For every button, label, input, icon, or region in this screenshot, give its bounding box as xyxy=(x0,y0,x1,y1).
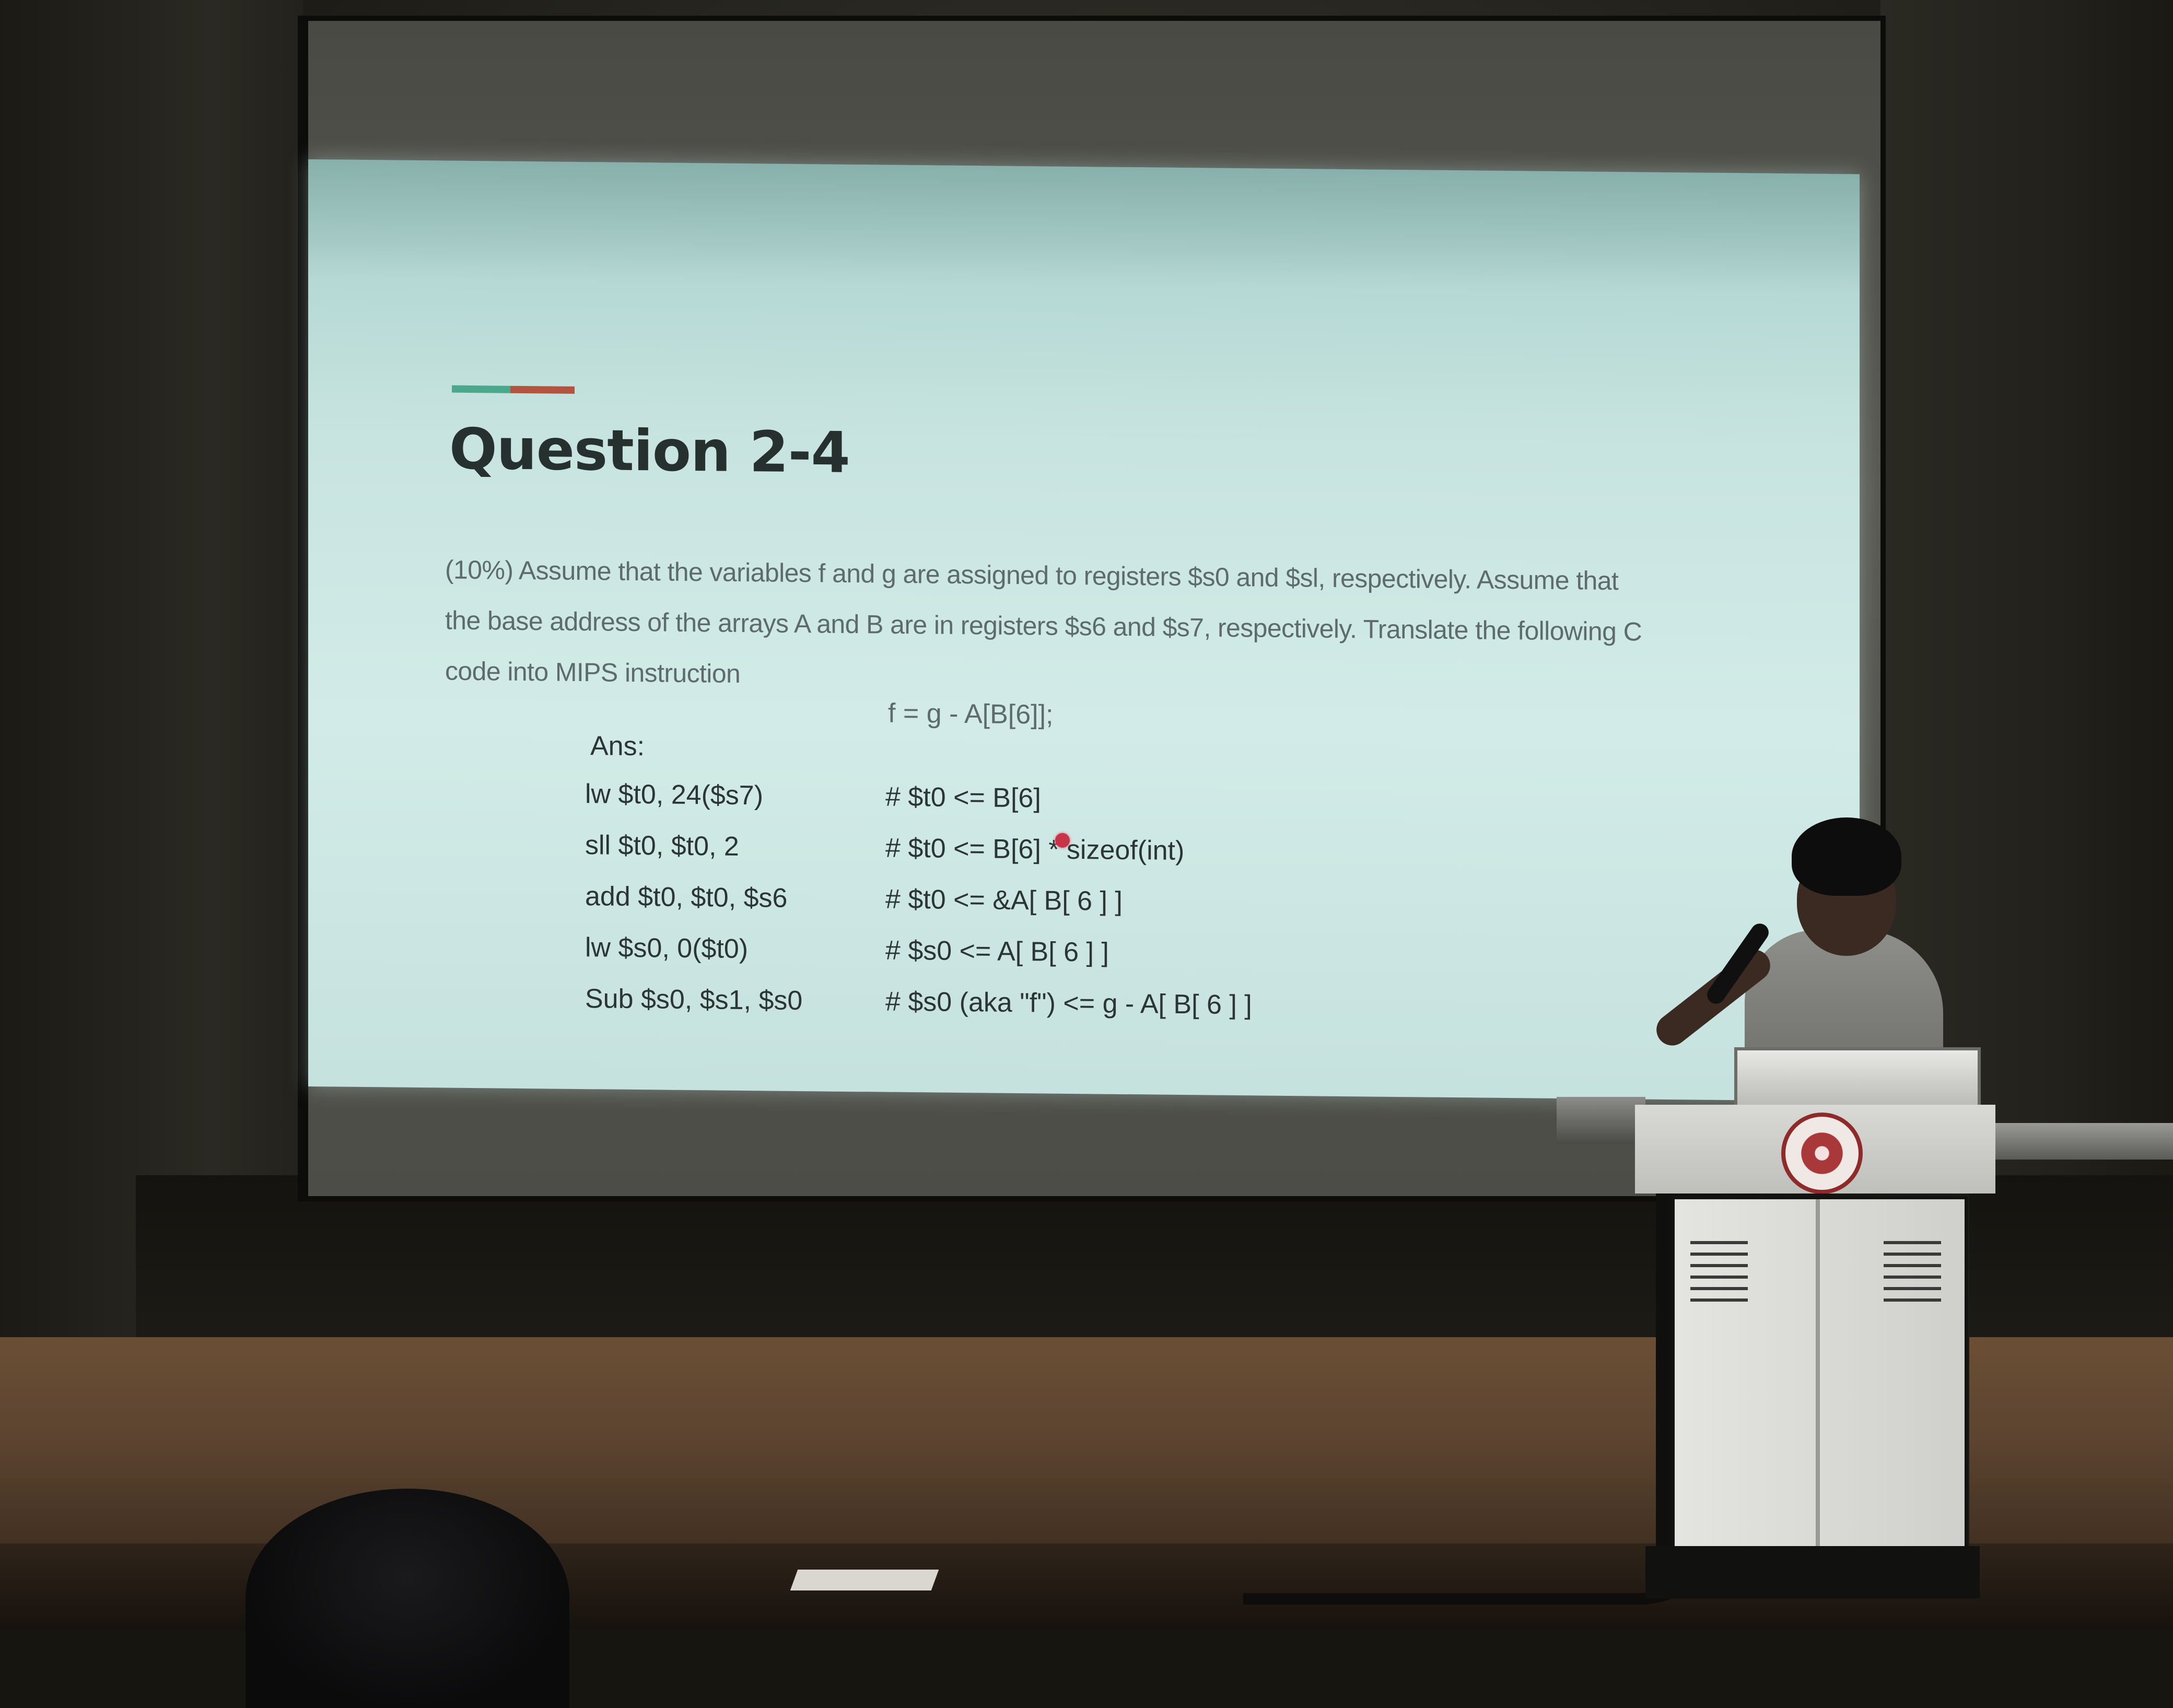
speaker-hair xyxy=(1792,817,1901,896)
emblem-flower-icon xyxy=(1798,1129,1846,1177)
mips-instruction: add $t0, $t0, $s6 xyxy=(585,881,788,914)
mips-instruction: Sub $s0, $s1, $s0 xyxy=(585,984,803,1016)
c-code-statement: f = g - A[B[6]]; xyxy=(888,698,1054,730)
mips-instruction: lw $s0, 0($t0) xyxy=(585,932,749,965)
paper-on-floor xyxy=(790,1570,939,1590)
slide-title: Question 2-4 xyxy=(449,416,850,486)
laser-pointer-dot xyxy=(1055,833,1070,848)
code-line: Sub $s0, $s1, $s0 # $s0 (aka "f") <= g -… xyxy=(585,983,1630,1044)
audience-member-head xyxy=(246,1489,569,1708)
code-line: add $t0, $t0, $s6 # $t0 <= &A[ B[ 6 ] ] xyxy=(585,881,1630,942)
mips-comment: # $t0 <= B[6] xyxy=(885,781,1041,814)
mips-instruction: lw $t0, 24($s7) xyxy=(585,779,764,811)
accent-bar-green xyxy=(452,385,510,393)
title-accent-bar xyxy=(452,385,575,394)
code-line: lw $s0, 0($t0) # $s0 <= A[ B[ 6 ] ] xyxy=(585,932,1630,993)
question-text: (10%) Assume that the variables f and g … xyxy=(445,545,1751,709)
mips-comment: # $s0 (aka "f") <= g - A[ B[ 6 ] ] xyxy=(885,986,1252,1021)
code-line: lw $t0, 24($s7) # $t0 <= B[6] xyxy=(585,778,1630,839)
lecture-hall: Question 2-4 (10%) Assume that the varia… xyxy=(0,0,2173,1708)
slide-top-shade xyxy=(308,159,1860,295)
podium-front-panel xyxy=(1672,1196,1968,1558)
podium-emblem-logo xyxy=(1781,1113,1863,1194)
stage-rail xyxy=(1995,1123,2173,1160)
podium-door-divider xyxy=(1816,1199,1820,1554)
code-line: sll $t0, $t0, 2 # $t0 <= B[6] * sizeof(i… xyxy=(585,829,1630,891)
mips-comment: # $t0 <= &A[ B[ 6 ] ] xyxy=(885,884,1123,917)
podium-vent-right xyxy=(1884,1241,1941,1304)
mips-comment: # $s0 <= A[ B[ 6 ] ] xyxy=(885,935,1109,968)
answer-label: Ans: xyxy=(590,731,645,762)
podium-vent-left xyxy=(1690,1241,1748,1304)
left-wall xyxy=(0,0,303,1337)
projected-slide: Question 2-4 (10%) Assume that the varia… xyxy=(308,159,1860,1102)
podium-base xyxy=(1645,1546,1980,1598)
desk-equipment xyxy=(1557,1097,1645,1144)
accent-bar-red xyxy=(510,385,575,394)
mips-comment: # $t0 <= B[6] * sizeof(int) xyxy=(885,833,1185,867)
mips-instruction: sll $t0, $t0, 2 xyxy=(585,830,739,862)
